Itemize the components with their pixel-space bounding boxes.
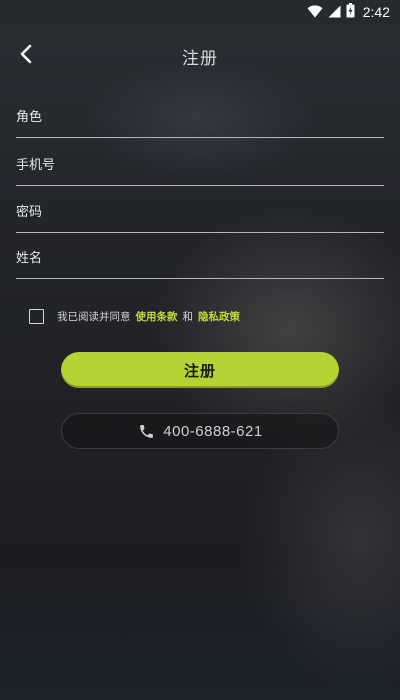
role-input[interactable] [16,97,384,137]
agreement-text: 我已阅读并同意 [57,310,131,323]
phone-icon [137,422,155,440]
agreement-row: 我已阅读并同意 使用条款 和 隐私政策 [29,307,245,325]
password-input[interactable] [16,192,384,232]
terms-link[interactable]: 使用条款 [136,309,178,324]
signal-icon [328,3,341,22]
privacy-link[interactable]: 隐私政策 [198,309,240,324]
status-bar: 2:42 [0,0,400,24]
battery-icon [346,2,355,22]
register-button[interactable]: 注册 [61,352,339,388]
name-field [16,238,384,279]
phone-input[interactable] [16,145,384,185]
phone-number: 400-6888-621 [163,422,263,440]
wifi-icon [307,3,323,22]
password-field [16,192,384,233]
page-title: 注册 [182,49,218,69]
status-icons: 2:42 [307,2,390,22]
role-field [16,97,384,138]
call-hotline-button[interactable]: 400-6888-621 [61,413,339,449]
status-time: 2:42 [362,4,390,20]
header: 注册 [0,24,400,88]
agreement-checkbox[interactable] [29,308,44,324]
agreement-conjunction: 和 [182,310,194,323]
name-input[interactable] [16,238,384,278]
register-button-label: 注册 [183,361,216,380]
phone-field [16,145,384,186]
